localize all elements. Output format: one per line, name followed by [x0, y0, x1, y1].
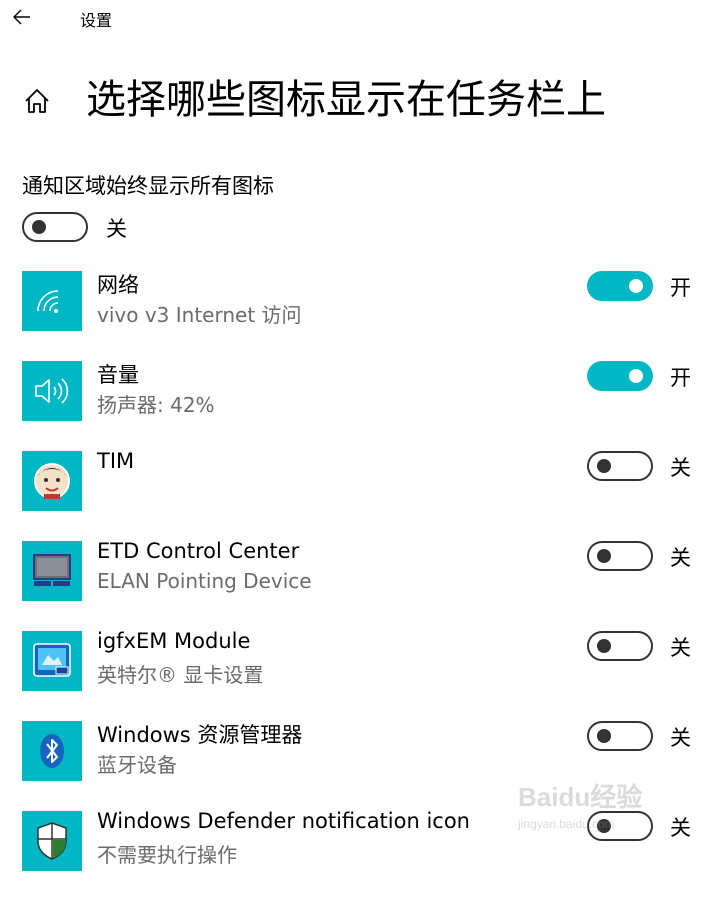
always-show-all-icons-label: 通知区域始终显示所有图标 — [22, 174, 274, 198]
back-arrow-icon[interactable] — [10, 4, 36, 30]
watermark: Baidu经验 jingyan.baidu.com — [514, 776, 684, 836]
toggle-knob — [597, 459, 611, 473]
speaker-icon — [22, 361, 82, 421]
item-name: 网络 — [97, 273, 139, 297]
volume-toggle[interactable] — [587, 361, 653, 391]
toggle-knob — [597, 639, 611, 653]
tim-avatar-icon — [22, 451, 82, 511]
item-name: igfxEM Module — [97, 629, 251, 653]
list-item-etd-control-center: ETD Control Center ELAN Pointing Device … — [0, 539, 714, 631]
home-icon — [25, 89, 49, 113]
item-name: 音量 — [97, 363, 139, 387]
igfxem-module-toggle[interactable] — [587, 631, 653, 661]
watermark-text: Baidu经验 — [518, 782, 642, 812]
bluetooth-icon — [22, 721, 82, 781]
toggle-knob — [629, 279, 643, 293]
wifi-icon — [22, 271, 82, 331]
toggle-state-label: 关 — [670, 726, 691, 750]
toggle-state-label: 关 — [670, 456, 691, 480]
list-item-volume: 音量 扬声器: 42% 开 — [0, 361, 714, 451]
app-title: 设置 — [80, 11, 113, 30]
toggle-state-label: 关 — [670, 636, 691, 660]
item-name: Windows Defender notification icon — [97, 809, 470, 833]
toggle-knob — [32, 220, 46, 234]
item-subtitle: 不需要执行操作 — [97, 843, 237, 867]
toggle-knob — [597, 549, 611, 563]
list-item-tim: TIM 关 — [0, 449, 714, 541]
item-name: TIM — [97, 449, 135, 473]
defender-shield-icon — [22, 811, 82, 871]
windows-explorer-toggle[interactable] — [587, 721, 653, 751]
item-subtitle: ELAN Pointing Device — [97, 569, 312, 593]
list-item-network: 网络 vivo v3 Internet 访问 开 — [0, 271, 714, 361]
item-subtitle: 英特尔® 显卡设置 — [97, 663, 264, 687]
page-header: 选择哪些图标显示在任务栏上 — [0, 70, 714, 130]
item-subtitle: 扬声器: 42% — [97, 393, 215, 417]
tim-toggle[interactable] — [587, 451, 653, 481]
toggle-knob — [629, 369, 643, 383]
toggle-state-label: 开 — [670, 366, 691, 390]
always-show-all-icons-toggle[interactable] — [22, 212, 88, 242]
watermark-subtext: jingyan.baidu.com — [517, 817, 615, 831]
page-title: 选择哪些图标显示在任务栏上 — [86, 77, 606, 123]
baidu-watermark-icon: Baidu经验 jingyan.baidu.com — [517, 782, 642, 831]
item-subtitle: vivo v3 Internet 访问 — [97, 303, 302, 327]
network-toggle[interactable] — [587, 271, 653, 301]
toggle-state-label: 关 — [106, 217, 127, 241]
touchpad-icon — [22, 541, 82, 601]
etd-control-center-toggle[interactable] — [587, 541, 653, 571]
item-name: Windows 资源管理器 — [97, 723, 303, 747]
toggle-state-label: 开 — [670, 276, 691, 300]
list-item-igfxem-module: igfxEM Module 英特尔® 显卡设置 关 — [0, 629, 714, 721]
toggle-knob — [597, 729, 611, 743]
always-show-all-icons-setting: 关 — [22, 212, 127, 242]
intel-graphics-icon — [22, 631, 82, 691]
title-bar: 设置 — [0, 0, 714, 36]
toggle-state-label: 关 — [670, 546, 691, 570]
item-name: ETD Control Center — [97, 539, 300, 563]
item-subtitle: 蓝牙设备 — [97, 753, 177, 777]
